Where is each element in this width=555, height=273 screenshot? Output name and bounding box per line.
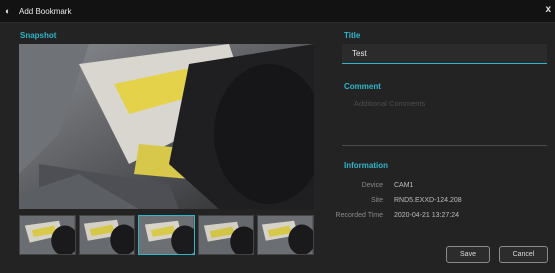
- info-row-device: Device CAM1: [342, 182, 552, 192]
- thumbnail-strip: [19, 215, 314, 255]
- add-bookmark-dialog: ◐ Add Bookmark x Snapshot Title Test Com…: [0, 0, 555, 273]
- info-row-site: Site RND5.EXXD-124.208: [342, 197, 552, 207]
- snapshot-picture: [19, 44, 314, 209]
- info-key: Device: [361, 182, 383, 189]
- thumbnail-1[interactable]: [19, 215, 76, 255]
- thumbnail-5[interactable]: [257, 215, 314, 255]
- comment-textarea[interactable]: Additional Comments: [342, 94, 547, 146]
- comment-placeholder: Additional Comments: [354, 99, 426, 108]
- title-input[interactable]: Test: [342, 44, 547, 64]
- info-key: Site: [370, 197, 383, 204]
- title-label: Title: [344, 31, 361, 40]
- thumbnail-3[interactable]: [138, 215, 195, 255]
- title-bar[interactable]: ◐ Add Bookmark x: [0, 0, 555, 23]
- thumbnail-4[interactable]: [197, 215, 255, 255]
- window-title: Add Bookmark: [19, 6, 72, 16]
- app-icon: ◐: [5, 5, 11, 16]
- info-value: RND5.EXXD-124.208: [394, 197, 462, 204]
- save-button[interactable]: Save: [446, 246, 490, 263]
- info-value: CAM1: [394, 182, 414, 189]
- information-label: Information: [344, 161, 388, 170]
- snapshot-label: Snapshot: [20, 31, 57, 40]
- close-icon[interactable]: x: [545, 5, 551, 15]
- comment-label: Comment: [344, 82, 381, 91]
- info-row-recorded-time: Recorded Time 2020-04-21 13:27:24: [336, 212, 552, 222]
- snapshot-image: [19, 44, 314, 209]
- cancel-button[interactable]: Cancel: [499, 246, 548, 263]
- info-key: Recorded Time: [335, 212, 383, 219]
- info-value: 2020-04-21 13:27:24: [394, 212, 459, 219]
- thumbnail-2[interactable]: [78, 215, 136, 255]
